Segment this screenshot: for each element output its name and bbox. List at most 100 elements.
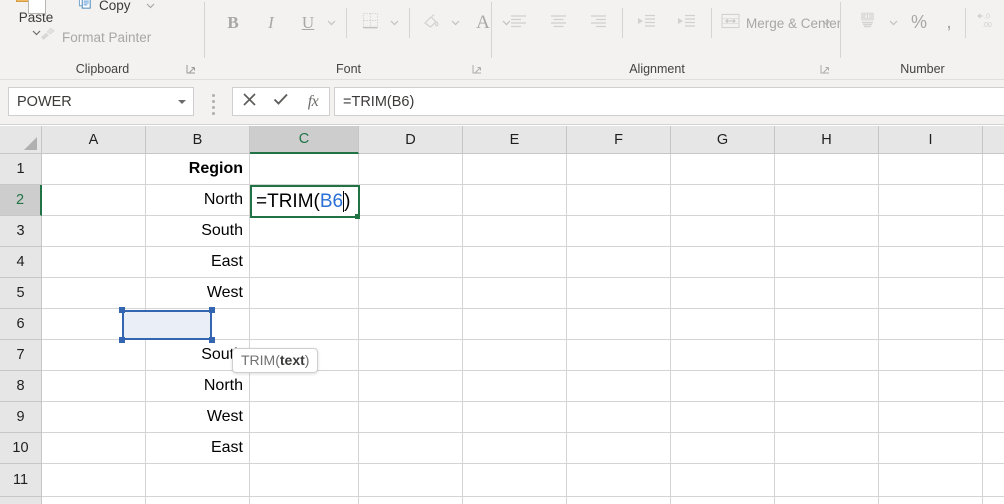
cell-f10[interactable] <box>567 433 671 464</box>
cell-a9[interactable] <box>42 402 146 433</box>
cell-i5[interactable] <box>879 278 983 309</box>
align-left-button[interactable] <box>505 11 531 35</box>
row-header-1[interactable]: 1 <box>0 154 42 185</box>
cell-d2[interactable] <box>359 185 463 216</box>
cell-h7[interactable] <box>775 340 879 371</box>
cell-e7[interactable] <box>463 340 567 371</box>
cell-b8[interactable]: North <box>146 371 250 402</box>
cell-h[interactable] <box>775 497 879 504</box>
align-center-button[interactable] <box>545 11 571 35</box>
cell-e6[interactable] <box>463 309 567 340</box>
formula-input[interactable]: =TRIM(B6) <box>334 87 1004 116</box>
cell-i10[interactable] <box>879 433 983 464</box>
cell-d10[interactable] <box>359 433 463 464</box>
cell-e9[interactable] <box>463 402 567 433</box>
cell-g6[interactable] <box>671 309 775 340</box>
cell-i3[interactable] <box>879 216 983 247</box>
cell-3[interactable] <box>983 216 1004 247</box>
cell-8[interactable] <box>983 371 1004 402</box>
cell-a8[interactable] <box>42 371 146 402</box>
cell-c9[interactable] <box>250 402 359 433</box>
cell-h8[interactable] <box>775 371 879 402</box>
column-header-j-partial[interactable] <box>983 126 1004 154</box>
cell-e4[interactable] <box>463 247 567 278</box>
cancel-button[interactable] <box>233 88 265 115</box>
fill-handle-c2[interactable] <box>355 214 360 219</box>
cell-e1[interactable] <box>463 154 567 185</box>
cell-h2[interactable] <box>775 185 879 216</box>
cell-d11[interactable] <box>359 464 463 497</box>
cell-h11[interactable] <box>775 464 879 497</box>
cell-f[interactable] <box>567 497 671 504</box>
cell-f5[interactable] <box>567 278 671 309</box>
borders-button[interactable] <box>357 10 383 36</box>
cell-h6[interactable] <box>775 309 879 340</box>
cell-h1[interactable] <box>775 154 879 185</box>
name-box[interactable]: POWER <box>8 87 194 116</box>
cell-a5[interactable] <box>42 278 146 309</box>
column-header-e[interactable]: E <box>463 126 567 154</box>
column-header-i[interactable]: I <box>879 126 983 154</box>
cell-e10[interactable] <box>463 433 567 464</box>
column-header-b[interactable]: B <box>146 126 250 154</box>
percent-style-button[interactable]: % <box>906 9 932 35</box>
row-header-4[interactable]: 4 <box>0 247 42 278</box>
cell-a3[interactable] <box>42 216 146 247</box>
cell-a2[interactable] <box>42 185 146 216</box>
cell-g1[interactable] <box>671 154 775 185</box>
row-header-2[interactable]: 2 <box>0 185 42 216</box>
cell-i8[interactable] <box>879 371 983 402</box>
cell-f6[interactable] <box>567 309 671 340</box>
grip-dots-icon[interactable] <box>212 94 215 115</box>
cell-g9[interactable] <box>671 402 775 433</box>
cell-i4[interactable] <box>879 247 983 278</box>
cell-g8[interactable] <box>671 371 775 402</box>
cell-e5[interactable] <box>463 278 567 309</box>
cell-4[interactable] <box>983 247 1004 278</box>
decrease-decimal-button[interactable]: .0 .00 <box>973 9 1001 35</box>
cell-f2[interactable] <box>567 185 671 216</box>
cell-d8[interactable] <box>359 371 463 402</box>
cell-i2[interactable] <box>879 185 983 216</box>
cell-7[interactable] <box>983 340 1004 371</box>
borders-dropdown-arrow[interactable] <box>385 13 403 31</box>
format-painter-button[interactable]: Format Painter <box>40 26 151 48</box>
cell-a[interactable] <box>42 497 146 504</box>
cell-c8[interactable] <box>250 371 359 402</box>
cell-d3[interactable] <box>359 216 463 247</box>
cell-h9[interactable] <box>775 402 879 433</box>
cell-b[interactable] <box>146 497 250 504</box>
insert-function-button[interactable]: fx <box>297 88 329 115</box>
cell-i1[interactable] <box>879 154 983 185</box>
column-header-a[interactable]: A <box>42 126 146 154</box>
cell-a11[interactable] <box>42 464 146 497</box>
cell-b1[interactable]: Region <box>146 154 250 185</box>
cell-11[interactable] <box>983 464 1004 497</box>
cell-i9[interactable] <box>879 402 983 433</box>
column-header-c[interactable]: C <box>250 126 359 154</box>
copy-button[interactable]: Copy <box>78 0 156 16</box>
cell-g7[interactable] <box>671 340 775 371</box>
cell-b2[interactable]: North <box>146 185 250 216</box>
cell-f11[interactable] <box>567 464 671 497</box>
decrease-indent-button[interactable] <box>632 11 660 35</box>
font-dialog-launcher[interactable] <box>471 63 483 75</box>
cell-f3[interactable] <box>567 216 671 247</box>
row-header-6[interactable]: 6 <box>0 309 42 340</box>
cell-[interactable] <box>983 497 1004 504</box>
cell-6[interactable] <box>983 309 1004 340</box>
cell-e11[interactable] <box>463 464 567 497</box>
bold-button[interactable]: B <box>220 10 246 36</box>
cell-b11[interactable] <box>146 464 250 497</box>
cell-d5[interactable] <box>359 278 463 309</box>
cell-10[interactable] <box>983 433 1004 464</box>
cell-1[interactable] <box>983 154 1004 185</box>
alignment-dialog-launcher[interactable] <box>819 63 831 75</box>
cell-g3[interactable] <box>671 216 775 247</box>
copy-dropdown-arrow[interactable] <box>145 0 156 11</box>
increase-indent-button[interactable] <box>672 11 700 35</box>
fill-color-dropdown-arrow[interactable] <box>446 13 464 31</box>
cell-f9[interactable] <box>567 402 671 433</box>
cell-c5[interactable] <box>250 278 359 309</box>
column-header-d[interactable]: D <box>359 126 463 154</box>
